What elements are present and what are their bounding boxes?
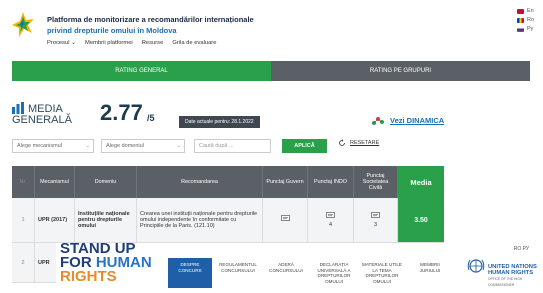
row-number: 1 — [12, 198, 35, 242]
col-header-mechanism[interactable]: Mecanismul — [35, 166, 75, 198]
col-header-domain[interactable]: Domeniu — [75, 166, 137, 198]
nav-jury-members[interactable]: MEMBRII JURIULUI — [408, 258, 452, 288]
comment-icon[interactable] — [326, 212, 335, 218]
nav-item-resources[interactable]: Resurse — [142, 40, 164, 46]
nav-about-contest[interactable]: DESPRE CONCURS — [168, 258, 212, 288]
rating-tabs: RATING GENERAL RATING PE GRUPURI — [12, 61, 530, 81]
col-header-media[interactable]: Media — [398, 166, 444, 198]
nav-join-contest[interactable]: ADERĂ CONCURSULUI — [264, 258, 308, 288]
tab-group-rating[interactable]: RATING PE GRUPURI — [271, 61, 530, 81]
col-header-indo-score[interactable]: Punctaj INDO — [308, 166, 354, 198]
un-human-rights-logo[interactable]: UNITED NATIONS HUMAN RIGHTS OFFICE OF TH… — [488, 264, 543, 288]
nav-universal-declaration[interactable]: DECLARAȚIA UNIVERSALĂ A DREPTURILOR OMUL… — [312, 258, 356, 288]
md-flag-icon — [516, 18, 524, 23]
row-domain: Instituțiile naționale pentru drepturile… — [75, 198, 137, 242]
site-title-line2: privind drepturile omului în Moldova — [47, 26, 177, 35]
nav-item-process[interactable]: Procesul ⌄ — [47, 40, 76, 46]
row-number: 2 — [12, 243, 35, 282]
site-title-line1: Platforma de monitorizare a recomandăril… — [47, 15, 254, 24]
comment-icon[interactable] — [371, 212, 380, 218]
row-gov-score — [263, 198, 308, 242]
view-dynamics-link[interactable]: Vezi DINAMICA — [390, 116, 444, 125]
nav-item-evaluation-grid[interactable]: Grila de evaluare — [172, 40, 216, 46]
language-switcher: En Ro Ру — [516, 7, 534, 34]
row-indo-score: 4 — [308, 198, 354, 242]
search-input[interactable]: Caută după ... — [194, 139, 271, 153]
chevron-down-icon: ⌄ — [176, 143, 181, 149]
row-mechanism: UPR (2017) — [35, 198, 75, 242]
row-recommendation: Crearea unei instituții naționale pentru… — [137, 198, 263, 242]
mechanism-select[interactable]: Alege mecanismul ⌄ — [12, 139, 94, 153]
col-header-gov-score[interactable]: Punctaj Guvern — [263, 166, 308, 198]
comment-icon[interactable] — [280, 215, 290, 221]
refresh-icon — [339, 139, 345, 146]
table-row[interactable]: 1 UPR (2017) Instituțiile naționale pent… — [12, 198, 444, 243]
col-header-recommendation[interactable]: Recomandarea — [137, 166, 263, 198]
lang-ro[interactable]: Ro — [516, 16, 534, 25]
ru-flag-icon — [516, 27, 524, 32]
col-header-civil-score[interactable]: Punctaj Societatea Civilă — [354, 166, 398, 198]
chevron-down-icon: ⌄ — [85, 143, 90, 149]
nav-useful-materials[interactable]: MATERIALE UTILE LA TEMA DREPTURILOR OMUL… — [360, 258, 404, 288]
stand-up-for-human-rights-logo[interactable]: STAND UP FOR HUMAN RIGHTS — [60, 241, 152, 284]
lang-en[interactable]: En — [516, 7, 534, 16]
score-denominator: /5 — [147, 113, 155, 123]
tab-general-rating[interactable]: RATING GENERAL — [12, 61, 271, 81]
campaign-language-links[interactable]: RO РУ — [514, 246, 529, 252]
uk-flag-icon — [516, 9, 524, 14]
row-media-score: 3.50 — [398, 198, 444, 242]
nav-item-members[interactable]: Membrii platformei — [85, 40, 133, 46]
lang-ru[interactable]: Ру — [516, 25, 534, 34]
row-civil-score: 3 — [354, 198, 398, 242]
nav-contest-rules[interactable]: REGULAMENTUL CONCURSULUI — [216, 258, 260, 288]
site-title[interactable]: Platforma de monitorizare a recomandăril… — [47, 14, 254, 36]
dynamics-icon — [372, 117, 384, 125]
apply-button[interactable]: APLICĂ — [282, 139, 327, 153]
top-navigation: Procesul ⌄ Membrii platformei Resurse Gr… — [47, 40, 216, 46]
table-header: Nr. Mecanismul Domeniu Recomandarea Punc… — [12, 166, 444, 198]
overall-score: 2.77 — [100, 100, 143, 125]
campaign-navigation: DESPRE CONCURS REGULAMENTUL CONCURSULUI … — [168, 258, 452, 288]
media-generala-label: MEDIA GENERALĂ — [12, 103, 72, 126]
un-emblem-icon — [467, 259, 485, 273]
platform-logo-icon — [12, 12, 34, 37]
reset-link[interactable]: RESETARE — [338, 139, 379, 147]
col-header-nr[interactable]: Nr. — [12, 166, 35, 198]
date-badge: Date actuale pentru: 28.1.2022 — [179, 116, 260, 128]
domain-select[interactable]: Alege domeniul ⌄ — [101, 139, 185, 153]
